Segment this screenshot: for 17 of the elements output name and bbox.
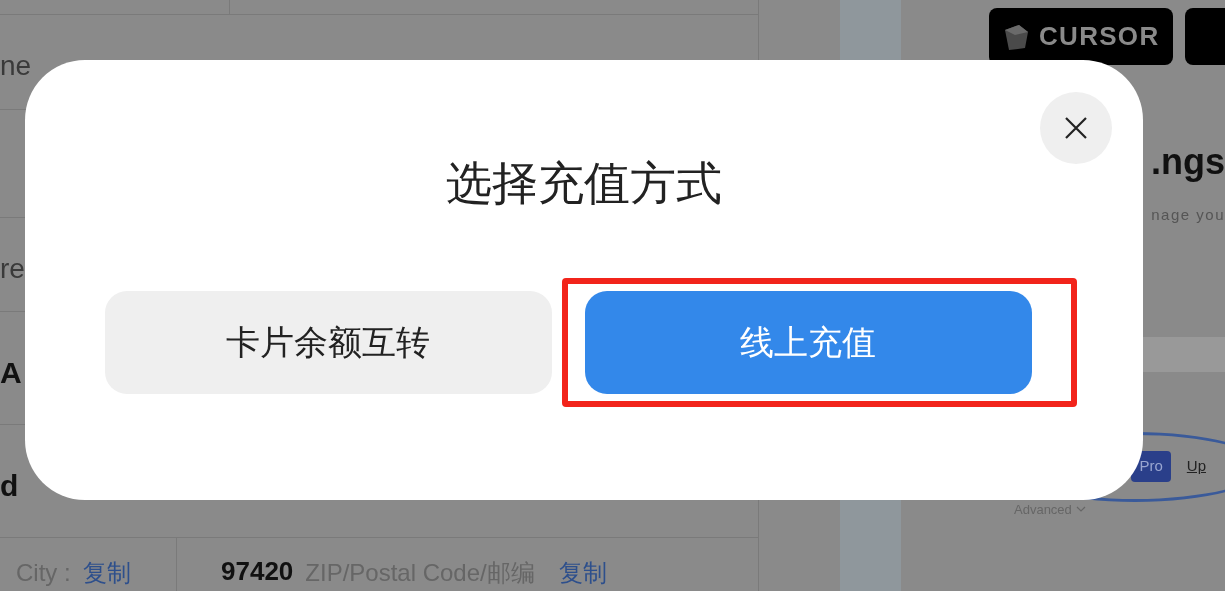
upgrade-link[interactable]: Up [1186,455,1206,478]
page-heading: .ngs [1151,144,1225,180]
dialog-title: 选择充值方式 [446,160,722,206]
zip-value: 97420 [221,555,294,588]
copy-link[interactable]: 复制 [558,555,607,591]
payment-option-button[interactable]: 卡片余额互转 [104,291,552,394]
chevron-down-icon [1075,506,1086,513]
payment-option-button[interactable]: 线上充值 [584,291,1032,394]
field-label: re [0,251,25,286]
logo-badge [1185,8,1225,65]
logo-text: CURSOR [1039,20,1160,53]
close-icon [1064,116,1088,140]
copy-link[interactable]: 复制 [82,555,131,591]
field-value: A [0,354,22,391]
field-label: ne [0,49,32,83]
input-field[interactable] [1140,336,1225,372]
field-value: d [0,467,19,504]
